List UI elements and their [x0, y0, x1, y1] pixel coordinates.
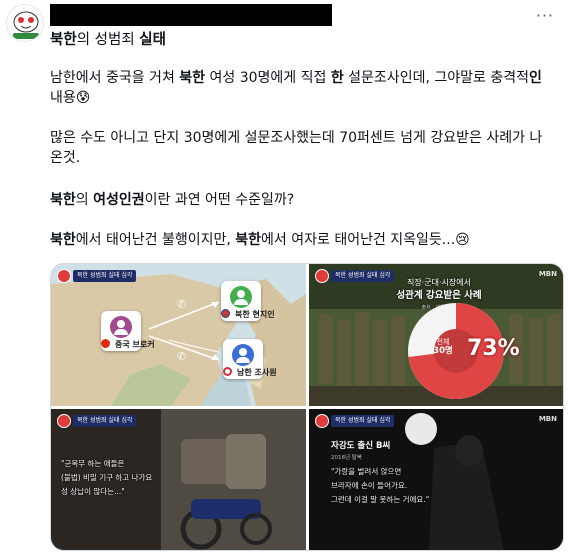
person-icon	[232, 344, 254, 366]
node-label-chinese-broker: 중국 브로커	[115, 340, 155, 349]
person-icon	[110, 316, 132, 338]
author-avatar[interactable]	[6, 4, 44, 42]
channel-logo-icon	[315, 269, 329, 283]
post-title: 북한의 성범죄 실태	[50, 32, 166, 48]
channel-tag: 북한 성범죄 실태 심각	[331, 415, 395, 427]
interview-quote: "군복무 하는 애들은 (불법) 비밀 기구 하고 나가요 성 상납이 많다는.…	[61, 459, 153, 496]
media-image-interview-silhouette[interactable]: MBN 북한 성범죄 실태 심각 자강도 출신 B씨 2018년 탈북 "가랑을…	[309, 409, 563, 550]
post-paragraph-1: 남한에서 중국을 거쳐 북한 여성 30명에게 직접 한 설문조사인데, 그야말…	[50, 70, 542, 106]
broadcaster-logo: MBN	[538, 415, 557, 423]
china-flag-icon	[101, 339, 110, 348]
channel-logo-icon	[57, 414, 71, 428]
media-grid: 북한 성범죄 실태 심각 ✆ ✆ 북한 현지인 중국 브로커 남한 조사원 북한…	[50, 263, 564, 551]
post-paragraph-3: 북한의 여성인권이란 과연 어떤 수준일까?	[50, 192, 295, 208]
media-image-motorcycle-scene[interactable]: 북한 성범죄 실태 심각 "군복무 하는 애들은 (불법) 비밀 기구 하고 나…	[51, 409, 306, 550]
connection-arrows	[148, 301, 220, 361]
anxious-face-emoji: 😰	[75, 90, 91, 106]
post-paragraph-4: 북한에서 태어난건 불행이지만, 북한에서 여자로 태어난건 지옥일듯...😢	[50, 232, 470, 248]
node-label-north-korean: 북한 현지인	[235, 310, 275, 319]
broadcaster-logo: MBN	[538, 270, 557, 278]
speaker-subtitle: 2018년 탈북	[331, 455, 362, 461]
media-image-soldiers-chart[interactable]: 북한 성범죄 실태 심각 MBN 직장·군대·시장에서 성관계 강요받은 사례 …	[309, 264, 563, 406]
north-korea-flag-icon	[221, 309, 230, 318]
interview-quote: "가랑을 벌려서 앉으면 브라자에 손이 들어가요. 그런데 이걸 말 못하는 …	[331, 467, 430, 504]
speaker-name: 자강도 출신 B씨	[331, 441, 391, 451]
channel-tag: 북한 성범죄 실태 심각	[73, 415, 137, 427]
author-name-redacted[interactable]	[50, 4, 332, 26]
avatar-image	[8, 6, 43, 41]
more-options-icon[interactable]: ···	[536, 8, 554, 24]
south-korea-flag-icon	[223, 367, 232, 376]
donut-percent-label: 73%	[467, 336, 520, 361]
donut-center-label: 전체 30명	[433, 338, 453, 356]
node-label-south-korean: 남한 조사원	[237, 368, 277, 377]
person-icon	[230, 286, 252, 308]
post-paragraph-2: 많은 수도 아니고 단지 30명에게 설문조사했는데 70퍼센트 넘게 강요받은…	[50, 130, 543, 166]
crying-face-emoji: 😢	[455, 232, 470, 248]
media-image-map-diagram[interactable]: 북한 성범죄 실태 심각 ✆ ✆ 북한 현지인 중국 브로커 남한 조사원	[51, 264, 306, 406]
channel-logo-icon	[315, 414, 329, 428]
